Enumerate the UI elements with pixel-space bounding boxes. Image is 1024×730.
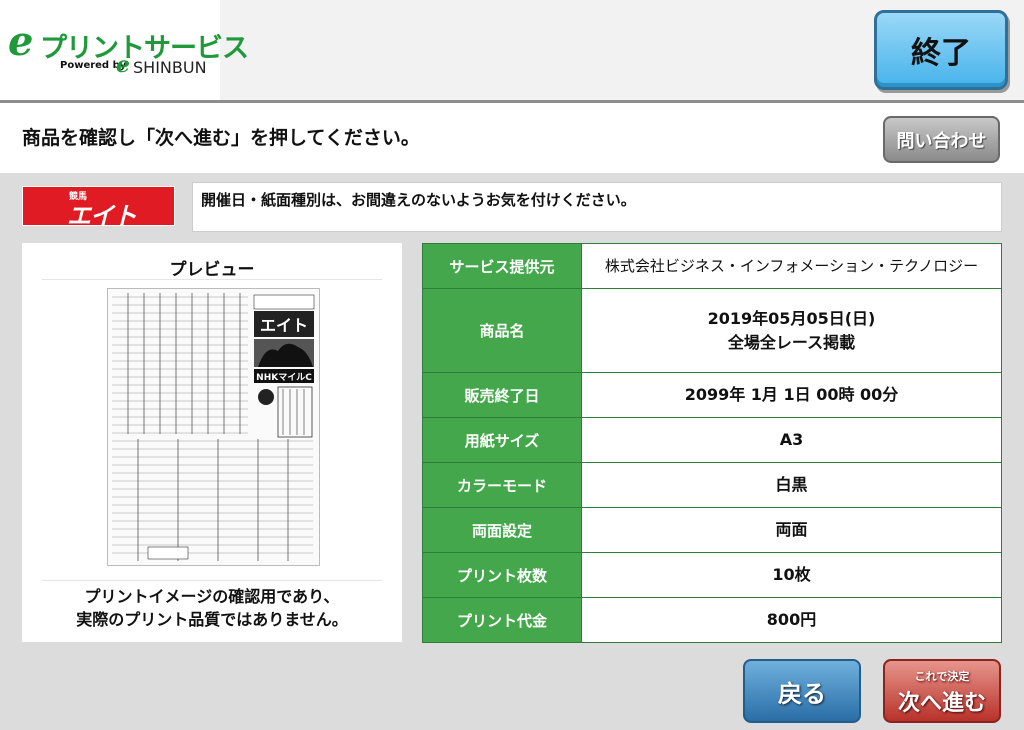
preview-caption-line1: プリントイメージの確認用であり、 [84, 587, 340, 606]
eprint-service-logo: e プリントサービス Powered by e SHINBUN [0, 0, 249, 100]
thumbnail-masthead: エイト [260, 316, 308, 335]
detail-value: 両面 [581, 507, 1002, 553]
logo-e-mark: e [8, 18, 34, 65]
order-details-table: サービス提供元 株式会社ビジネス・インフォメーション・テクノロジー 商品名 20… [422, 243, 1002, 643]
preview-caption-line2: 実際のプリント品質ではありません。 [76, 610, 348, 629]
table-row: 商品名 2019年05月05日(日) 全場全レース掲載 [422, 288, 1002, 373]
contact-button[interactable]: 問い合わせ [883, 116, 1000, 163]
next-button-label: 次へ進む [897, 691, 986, 716]
back-button[interactable]: 戻る [743, 659, 861, 723]
newspaper-logo: 競馬 エイト [22, 186, 175, 230]
detail-label: プリント枚数 [422, 552, 582, 598]
newspaper-preview-image: エイト NHKマイルC [107, 288, 320, 566]
logo-e-mark-small: e [116, 52, 130, 78]
logo-shinbun: SHINBUN [133, 58, 207, 77]
product-date: 2019年05月05日(日) [707, 308, 876, 328]
thumbnail-headline: NHKマイルC [256, 372, 312, 383]
detail-value: 2019年05月05日(日) 全場全レース掲載 [581, 288, 1002, 373]
next-button[interactable]: これで決定 次へ進む [883, 659, 1001, 723]
newspaper-logo-name: エイト [67, 202, 137, 230]
detail-label: サービス提供元 [422, 243, 582, 289]
detail-label: 用紙サイズ [422, 417, 582, 463]
detail-label: 商品名 [422, 288, 582, 373]
end-button[interactable]: 終了 [874, 10, 1008, 90]
preview-title: プレビュー [169, 260, 255, 280]
table-row: カラーモード 白黒 [422, 462, 1002, 508]
detail-label: カラーモード [422, 462, 582, 508]
detail-value: 800円 [581, 597, 1002, 643]
instruction-text: 商品を確認し「次へ進む」を押してください。 [22, 127, 420, 149]
detail-label: 販売終了日 [422, 372, 582, 418]
table-row: 用紙サイズ A3 [422, 417, 1002, 463]
detail-value: 2099年 1月 1日 00時 00分 [581, 372, 1002, 418]
table-row: 両面設定 両面 [422, 507, 1002, 553]
newspaper-thumbnail-graphic: エイト NHKマイルC [108, 289, 319, 565]
detail-value: 株式会社ビジネス・インフォメーション・テクノロジー [581, 243, 1002, 289]
notice-text: 開催日・紙面種別は、お間違えのないようお気を付けください。 [201, 191, 636, 209]
notice-box: 開催日・紙面種別は、お間違えのないようお気を付けください。 [192, 182, 1002, 232]
preview-panel: プレビュー エイト NHKマイルC プリントイメージの確認用であり、 実際のプリ… [22, 243, 402, 642]
table-row: プリント代金 800円 [422, 597, 1002, 643]
divider [42, 580, 382, 581]
instruction-bar: 商品を確認し「次へ進む」を押してください。 問い合わせ [0, 103, 1024, 173]
detail-value: 10枚 [581, 552, 1002, 598]
preview-caption: プリントイメージの確認用であり、 実際のプリント品質ではありません。 [22, 585, 402, 631]
next-button-sublabel: これで決定 [914, 670, 970, 683]
header-bar: e プリントサービス Powered by e SHINBUN 終了 [0, 0, 1024, 103]
detail-label: プリント代金 [422, 597, 582, 643]
detail-label: 両面設定 [422, 507, 582, 553]
table-row: プリント枚数 10枚 [422, 552, 1002, 598]
detail-value: A3 [581, 417, 1002, 463]
newspaper-logo-badge: 競馬 エイト [23, 187, 174, 230]
detail-value: 白黒 [581, 462, 1002, 508]
divider [42, 279, 382, 280]
table-row: サービス提供元 株式会社ビジネス・インフォメーション・テクノロジー [422, 243, 1002, 289]
table-row: 販売終了日 2099年 1月 1日 00時 00分 [422, 372, 1002, 418]
product-description: 全場全レース掲載 [727, 332, 856, 352]
